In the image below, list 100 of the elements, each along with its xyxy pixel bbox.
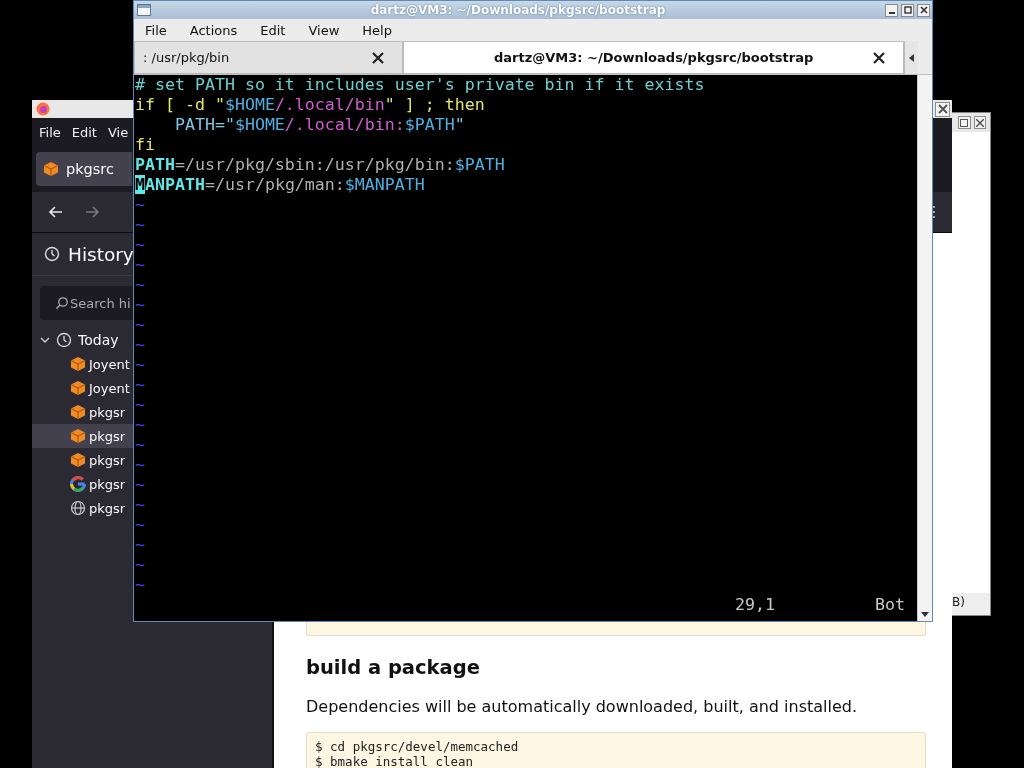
code-text: if [ -d ": [135, 95, 225, 114]
package-icon: [70, 428, 86, 444]
menu-item[interactable]: Edit: [260, 22, 286, 38]
down-arrow-icon: [921, 612, 929, 617]
empty-line-marker: ~: [135, 455, 146, 475]
terminal-tab[interactable]: : /usr/pkg/bin: [134, 41, 403, 74]
empty-line-marker: ~: [135, 515, 146, 535]
history-item[interactable]: pkgsr: [32, 400, 133, 424]
empty-line-marker: ~: [135, 335, 146, 355]
status-text: B): [952, 593, 990, 615]
code-text: $MANPATH: [344, 175, 425, 194]
close-icon: [919, 6, 928, 14]
close-icon: [873, 51, 885, 64]
window-menu-icon: [137, 4, 151, 16]
code-text: # set PATH so it includes user's private bin if it exists: [135, 75, 705, 94]
search-field[interactable]: Search hi: [40, 286, 133, 320]
code-text: $PATH: [454, 155, 505, 174]
menu-item[interactable]: File: [38, 124, 62, 140]
section-heading: build a package: [306, 656, 481, 679]
code-text: PATH=": [173, 115, 235, 134]
history-item[interactable]: pkgsr: [32, 448, 133, 472]
package-icon: [43, 161, 59, 177]
maximize-icon: [903, 6, 912, 14]
package-icon: [70, 356, 86, 372]
code-text: /.local/bin:: [284, 115, 405, 134]
package-icon: [70, 404, 86, 420]
menu-item[interactable]: File: [145, 22, 167, 38]
code-text: PATH: [135, 155, 175, 174]
code-line: $ cd pkgsrc/devel/memcached: [315, 739, 520, 754]
empty-line-marker: ~: [135, 495, 146, 515]
history-item[interactable]: Joyent: [32, 352, 133, 376]
empty-line-marker: ~: [135, 215, 146, 235]
code-text: $PATH: [404, 115, 455, 134]
globe-icon: [70, 500, 86, 516]
clock-icon: [56, 332, 72, 348]
minimize-button[interactable]: [885, 3, 898, 17]
google-icon: [70, 476, 86, 492]
empty-line-marker: ~: [135, 295, 146, 315]
left-arrow-icon: [908, 53, 915, 62]
empty-line-marker: ~: [135, 535, 146, 555]
paragraph: Dependencies will be automatically downloaded, built, and installed.: [306, 697, 859, 716]
menu-item[interactable]: View: [308, 22, 340, 38]
close-icon: [937, 104, 948, 114]
empty-line-marker: ~: [135, 435, 146, 455]
history-group[interactable]: Today: [32, 328, 133, 352]
empty-line-marker: ~: [135, 555, 146, 575]
empty-line-marker: ~: [135, 415, 146, 435]
code-text: ANPATH: [145, 175, 205, 194]
close-button[interactable]: [973, 116, 986, 129]
code-text: /.local/bin: [274, 95, 385, 114]
empty-line-marker: ~: [135, 575, 146, 595]
close-tab-button[interactable]: [370, 49, 386, 66]
terminal-tab[interactable]: dartz@VM3: ~/Downloads/pkgsrc/bootstrap: [403, 41, 904, 74]
back-arrow-icon: [48, 204, 64, 220]
empty-line-marker: ~: [135, 235, 146, 255]
menu-item[interactable]: Help: [362, 22, 392, 38]
maximize-button[interactable]: [901, 3, 914, 17]
close-button[interactable]: [935, 101, 950, 117]
cursor-position: 29,1: [735, 595, 776, 615]
scroll-tabs-button[interactable]: [904, 41, 918, 74]
code-text: fi: [135, 135, 155, 154]
history-item[interactable]: pkgsr: [32, 472, 133, 496]
history-item[interactable]: Joyent: [32, 376, 133, 400]
empty-line-marker: ~: [135, 355, 146, 375]
clock-icon: [44, 246, 60, 262]
menu-item[interactable]: Actions: [189, 22, 238, 38]
scroll-position: Bot: [875, 595, 905, 615]
package-icon: [70, 380, 86, 396]
empty-line-marker: ~: [135, 195, 146, 215]
history-item[interactable]: pkgsr: [32, 496, 133, 520]
chevron-icon: [40, 335, 50, 345]
history-item[interactable]: pkgsr: [32, 424, 133, 448]
empty-line-marker: ~: [135, 275, 146, 295]
package-icon: [70, 452, 86, 468]
code-line: $ bmake install clean: [315, 754, 475, 768]
close-button[interactable]: [917, 3, 930, 17]
code-text: ": [454, 115, 465, 134]
empty-line-marker: ~: [135, 255, 146, 275]
sidebar-title: History: [68, 243, 134, 265]
menu-item[interactable]: Edit: [70, 124, 98, 140]
code-text: $HOME: [234, 115, 285, 134]
close-icon: [372, 51, 384, 64]
code-text: =/usr/pkg/man:: [204, 175, 345, 194]
code-text: M: [135, 175, 145, 194]
maximize-button[interactable]: [958, 116, 971, 129]
code-text: $HOME: [224, 95, 275, 114]
menu-item[interactable]: Vie: [106, 124, 130, 140]
search-icon: [55, 296, 69, 310]
browser-logo-icon: [36, 102, 50, 116]
window-title: dartz@VM3: ~/Downloads/pkgsrc/bootstrap: [369, 3, 667, 17]
close-tab-button[interactable]: [871, 49, 887, 66]
code-text: " ] ; then: [384, 95, 485, 114]
empty-line-marker: ~: [135, 395, 146, 415]
close-icon: [975, 118, 984, 127]
code-text: =/usr/pkg/sbin:/usr/pkg/bin:: [174, 155, 455, 174]
forward-arrow-icon: [84, 204, 100, 220]
empty-line-marker: ~: [135, 475, 146, 495]
empty-line-marker: ~: [135, 375, 146, 395]
browser-tab[interactable]: pkgsrc: [36, 152, 132, 186]
maximize-icon: [960, 118, 969, 127]
